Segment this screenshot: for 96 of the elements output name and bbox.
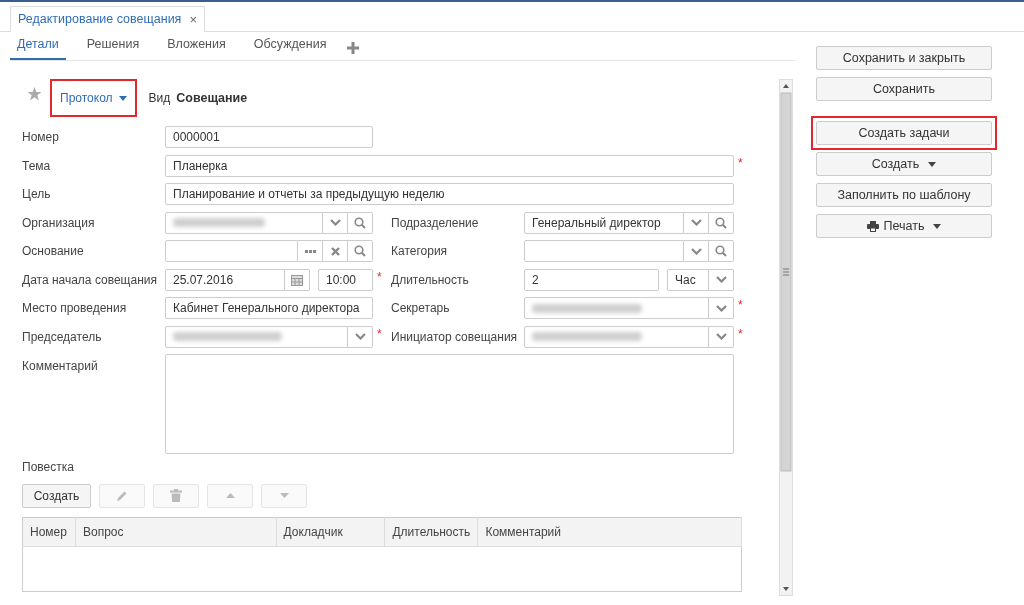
search-icon [354, 216, 366, 229]
search-button[interactable] [709, 211, 734, 234]
search-button[interactable] [348, 211, 373, 234]
input-field[interactable] [165, 240, 298, 263]
input-field[interactable]: Генеральный директор [524, 211, 684, 234]
input-field[interactable]: Кабинет Генерального директора [165, 297, 373, 320]
tab[interactable]: Решения [79, 35, 147, 60]
pencil-icon [116, 489, 128, 502]
unit-field[interactable]: Час [667, 268, 709, 291]
section-title: Повестка [22, 458, 75, 476]
required-mark: * [376, 268, 383, 286]
close-icon[interactable]: × [189, 9, 197, 30]
printer-icon [866, 220, 879, 232]
column-header[interactable]: Вопрос [75, 517, 277, 546]
chevron-down-icon [354, 333, 366, 341]
kind-label: Вид [148, 90, 171, 107]
tab[interactable]: Детали [10, 35, 66, 60]
required-mark: * [737, 154, 744, 172]
field-label: Организация [22, 214, 96, 232]
field-label: Номер [22, 129, 60, 147]
dropdown-button[interactable] [709, 268, 734, 291]
input-field[interactable] [524, 325, 709, 348]
dropdown-button[interactable] [323, 211, 348, 234]
template-dropdown[interactable]: Протокол [52, 81, 135, 115]
document-tab[interactable]: Редактирование совещания × [10, 6, 205, 32]
required-mark: * [737, 297, 744, 314]
field-label: Подразделение [391, 214, 480, 232]
field-label: Секретарь [391, 300, 451, 318]
column-header[interactable]: Номер [22, 517, 76, 546]
number-field[interactable]: 2 [524, 268, 659, 291]
search-icon [715, 245, 727, 258]
field-label: Тема [22, 157, 52, 175]
field-label: Длительность [391, 271, 470, 289]
triangle-down-icon [279, 493, 289, 498]
input-field[interactable] [165, 325, 348, 348]
clear-icon [330, 246, 340, 256]
chevron-down-icon [690, 219, 702, 227]
trash-icon [170, 489, 182, 502]
triangle-up-icon [225, 493, 235, 498]
input-field[interactable] [165, 211, 323, 234]
required-mark: * [737, 325, 744, 343]
caret-icon [933, 223, 942, 229]
input-field[interactable]: Планерка [165, 154, 734, 177]
input-field[interactable] [524, 240, 684, 263]
action-button[interactable]: Сохранить [816, 77, 992, 101]
field-label: Основание [22, 243, 85, 261]
column-header[interactable]: Длительность [384, 517, 478, 546]
search-button[interactable] [348, 240, 373, 263]
caret-icon [928, 161, 937, 167]
dropdown-button[interactable] [709, 297, 734, 320]
star-icon[interactable] [27, 87, 42, 101]
more-button[interactable] [298, 240, 323, 263]
field-label: Категория [391, 243, 449, 261]
tab[interactable]: Обсуждения [246, 35, 334, 60]
chevron-down-icon [715, 304, 727, 312]
action-button[interactable]: Сохранить и закрыть [816, 46, 992, 70]
action-button[interactable]: Создать задачи [816, 121, 992, 145]
comment-field[interactable] [165, 354, 734, 454]
calendar-icon [291, 273, 303, 286]
dropdown-button[interactable]: Печать [816, 214, 992, 238]
dropdown-button[interactable]: Создать [816, 152, 992, 176]
required-mark: * [376, 325, 383, 343]
field-label: Дата начала совещания [22, 271, 158, 289]
dropdown-button[interactable] [684, 240, 709, 263]
chevron-down-icon [715, 276, 727, 284]
chevron-down-icon [715, 333, 727, 341]
kind-value: Совещание [176, 89, 248, 107]
chevron-down-icon [329, 219, 341, 227]
column-header[interactable]: Комментарий [477, 517, 742, 546]
input-field[interactable]: Планирование и отчеты за предыдущую неделю [165, 183, 734, 206]
search-icon [715, 216, 727, 229]
scrollbar[interactable] [779, 79, 793, 596]
ellipsis-icon [304, 249, 316, 253]
field-label: Председатель [22, 328, 103, 346]
input-field[interactable] [524, 297, 709, 320]
dropdown-button[interactable] [348, 325, 373, 348]
dropdown-button[interactable] [684, 211, 709, 234]
tab[interactable]: Вложения [160, 35, 233, 60]
search-icon [354, 245, 366, 258]
calendar-button[interactable] [285, 268, 310, 291]
column-header[interactable]: Докладчик [276, 517, 385, 546]
chevron-down-icon [690, 247, 702, 255]
caret-icon [118, 95, 127, 101]
plus-icon[interactable] [347, 42, 360, 54]
clear-button[interactable] [323, 240, 348, 263]
field-label: Цель [22, 186, 52, 204]
date-field[interactable]: 25.07.2016 [165, 268, 285, 291]
field-label: Комментарий [22, 358, 99, 375]
search-button[interactable] [709, 240, 734, 263]
input-field[interactable]: 0000001 [165, 126, 373, 149]
field-label: Место проведения [22, 300, 128, 318]
field-label: Инициатор совещания [391, 328, 519, 346]
action-button[interactable]: Заполнить по шаблону [816, 183, 992, 207]
dropdown-button[interactable] [709, 325, 734, 348]
time-field[interactable]: 10:00 [318, 268, 373, 291]
create-button[interactable]: Создать [22, 483, 91, 508]
